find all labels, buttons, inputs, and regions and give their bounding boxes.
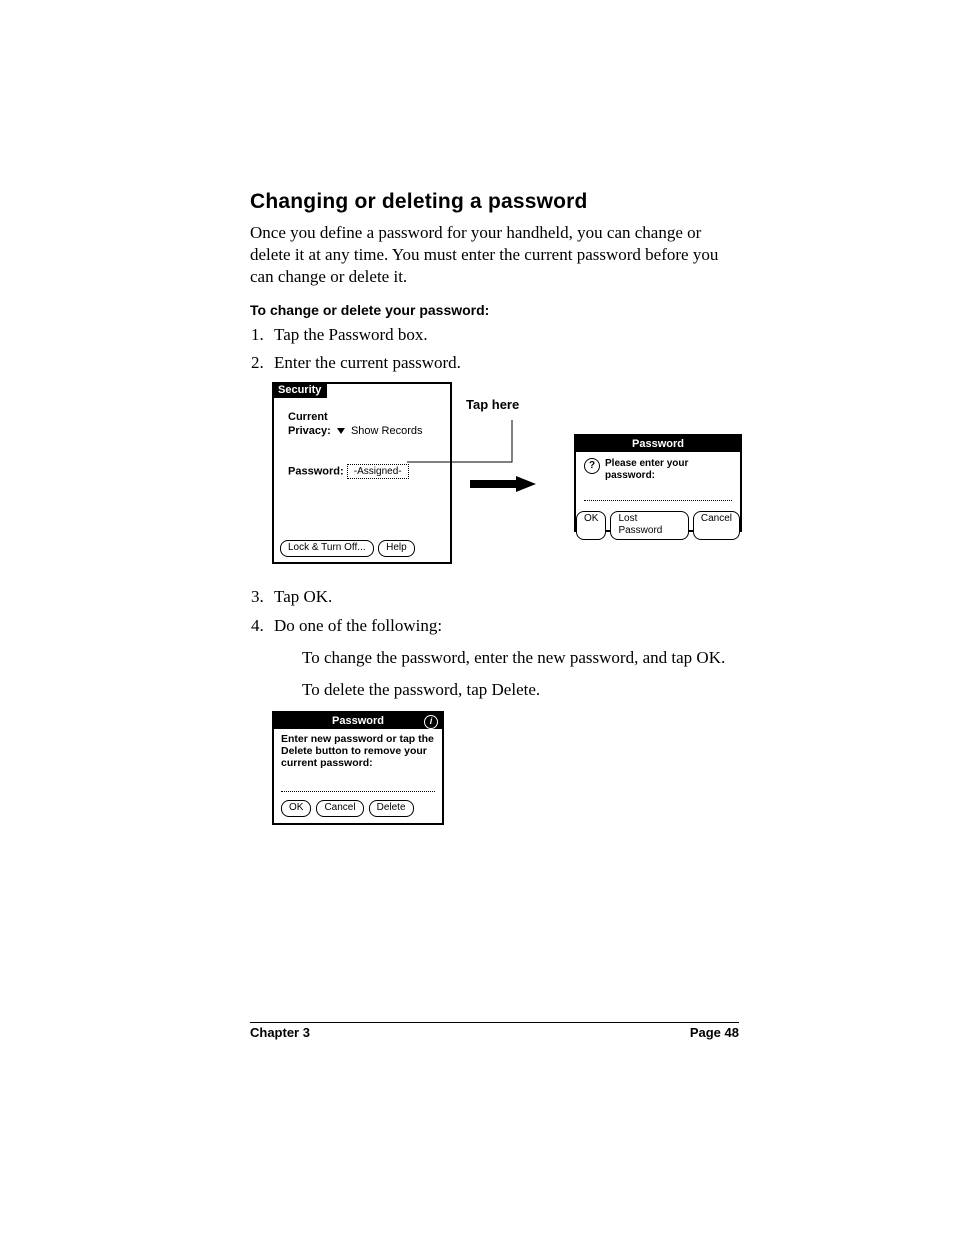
step-4: Do one of the following: To change the p… xyxy=(268,615,739,701)
new-password-input-line[interactable] xyxy=(281,781,435,792)
help-button[interactable]: Help xyxy=(378,540,415,557)
screenshot-password-prompt: Password ? Please enter your password: O… xyxy=(574,434,742,532)
ok-button[interactable]: OK xyxy=(576,511,606,540)
step-3: Tap OK. xyxy=(268,586,739,608)
password-input-line[interactable] xyxy=(584,490,732,501)
security-title: Security xyxy=(272,382,327,398)
substep-delete: To delete the password, tap Delete. xyxy=(302,679,739,701)
privacy-value[interactable]: Show Records xyxy=(351,425,423,437)
delete-button[interactable]: Delete xyxy=(369,800,414,817)
screenshot-password-change: Password i Enter new password or tap the… xyxy=(272,711,444,825)
section-heading: Changing or deleting a password xyxy=(250,190,739,214)
step-2: Enter the current password. xyxy=(268,352,739,374)
page-footer: Chapter 3 Page 48 xyxy=(250,1022,739,1040)
dropdown-arrow-icon[interactable] xyxy=(337,428,345,434)
dialog2-title: Password xyxy=(332,715,384,727)
label-password: Password: xyxy=(288,466,344,478)
figure-security-to-password: Security Current Privacy: Show Records P… xyxy=(272,382,742,576)
question-mark-icon: ? xyxy=(584,458,600,474)
info-icon[interactable]: i xyxy=(424,715,438,729)
dialog2-prompt: Enter new password or tap the Delete but… xyxy=(274,729,442,773)
label-privacy: Privacy: xyxy=(288,425,331,437)
lock-turnoff-button[interactable]: Lock & Turn Off... xyxy=(280,540,374,557)
figure-password-change-delete: Password i Enter new password or tap the… xyxy=(272,711,739,825)
screenshot-security: Security Current Privacy: Show Records P… xyxy=(272,382,452,564)
procedure-heading: To change or delete your password: xyxy=(250,302,739,318)
lost-password-button[interactable]: Lost Password xyxy=(610,511,688,540)
footer-page: Page 48 xyxy=(690,1025,739,1040)
callout-tap-here: Tap here xyxy=(466,397,519,412)
steps-list-part2: Tap OK. Do one of the following: To chan… xyxy=(250,586,739,700)
substep-change: To change the password, enter the new pa… xyxy=(302,647,739,669)
intro-paragraph: Once you define a password for your hand… xyxy=(250,222,739,288)
footer-chapter: Chapter 3 xyxy=(250,1025,310,1040)
cancel-button-2[interactable]: Cancel xyxy=(316,800,363,817)
label-current: Current xyxy=(288,411,328,423)
password-box[interactable]: -Assigned- xyxy=(347,464,409,479)
step-1: Tap the Password box. xyxy=(268,324,739,346)
steps-list-part1: Tap the Password box. Enter the current … xyxy=(250,324,739,374)
arrow-icon xyxy=(470,476,536,492)
password-prompt-text: Please enter your password: xyxy=(605,458,732,482)
password-dialog-title: Password xyxy=(576,436,740,452)
ok-button-2[interactable]: OK xyxy=(281,800,311,817)
cancel-button[interactable]: Cancel xyxy=(693,511,740,540)
